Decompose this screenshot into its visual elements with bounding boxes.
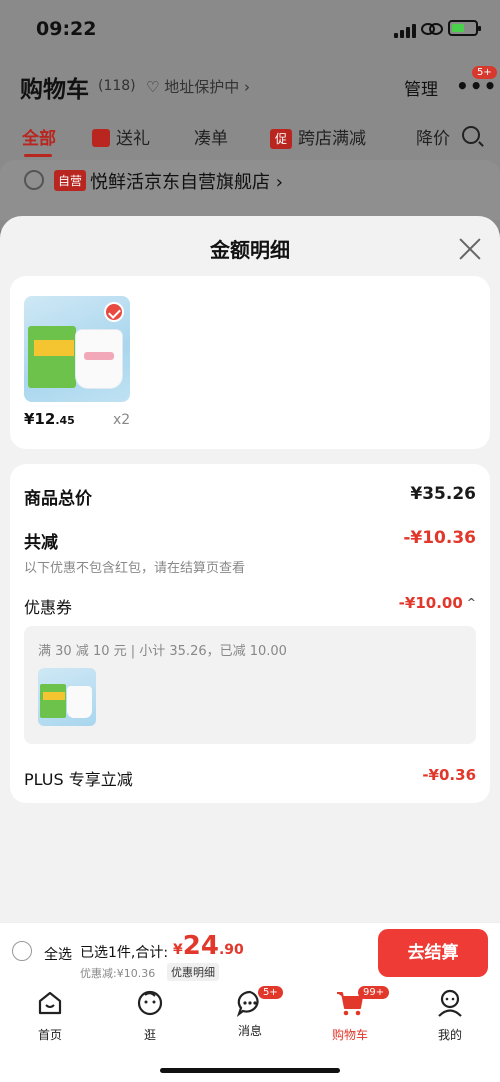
cart-page-background: 09:22 购物车 (118) ♡ 地址保护中 › 管理 ••• 5+ 全部 送…	[0, 0, 500, 230]
status-time: 09:22	[36, 18, 97, 40]
plus-discount-value: -¥0.36	[422, 766, 476, 784]
store-name[interactable]: 悦鲜活京东自营旗舰店 ›	[90, 168, 283, 194]
tabbar-profile[interactable]: 我的	[410, 988, 490, 1043]
reduce-label: 共减	[24, 533, 58, 553]
coupon-detail-box: 满 30 减 10 元 | 小计 35.26，已减 10.00	[24, 626, 476, 744]
store-row: 自营 悦鲜活京东自营旗舰店 ›	[0, 160, 500, 220]
signal-icon	[394, 24, 416, 38]
chevron-up-icon: ^	[466, 596, 476, 609]
select-all-label[interactable]: 全选	[44, 944, 72, 964]
coupon-toggle[interactable]: -¥10.00 ^	[399, 594, 476, 612]
discount-hint: 以下优惠不包含红包，请在结算页查看	[24, 561, 246, 576]
page-title: 购物车	[20, 77, 89, 103]
checked-icon	[104, 302, 124, 322]
cart-badge: 99+	[358, 986, 390, 999]
amount-detail-sheet: 金额明细 ¥12.45 x2 商品总价 ¥35.26 共减 -¥10.36 以下…	[0, 216, 500, 922]
discount-detail-link[interactable]: 优惠明细	[167, 963, 219, 981]
selected-summary: 已选1件,合计:	[80, 945, 169, 961]
tabbar-cart[interactable]: 99+ 购物车	[310, 986, 390, 1043]
coupon-description: 满 30 减 10 元 | 小计 35.26，已减 10.00	[38, 644, 287, 659]
total-amount: ¥24.90	[173, 931, 244, 961]
address-label: 地址保护中 ›	[164, 78, 250, 96]
home-indicator	[160, 1068, 340, 1073]
tab-all[interactable]: 全部	[22, 124, 56, 149]
tab-cross-store[interactable]: 促跨店满减	[270, 124, 366, 149]
tabbar-messages[interactable]: 5+ 消息	[210, 986, 290, 1039]
tab-underline	[24, 154, 52, 157]
sheet-title: 金额明细	[210, 238, 290, 262]
filter-tabs: 全部 送礼 凑单 促跨店满减 降价	[0, 124, 500, 149]
select-all-checkbox[interactable]	[12, 941, 32, 961]
coupon-product-thumbnail	[38, 668, 96, 726]
coupon-value: -¥10.00	[398, 594, 463, 612]
status-bar: 09:22	[0, 0, 500, 56]
self-operated-badge: 自营	[54, 170, 87, 191]
goods-total-value: ¥35.26	[410, 484, 476, 504]
item-price: ¥12.45	[24, 410, 75, 428]
explore-icon	[137, 990, 163, 1016]
profile-icon	[438, 989, 462, 1017]
store-checkbox[interactable]	[24, 170, 44, 190]
tabbar-explore[interactable]: 逛	[110, 988, 190, 1043]
promo-icon: 促	[270, 129, 292, 149]
tab-gift[interactable]: 送礼	[92, 124, 150, 149]
item-card: ¥12.45 x2	[10, 276, 490, 449]
discount-amount: 优惠减:¥10.36	[80, 967, 156, 980]
checkout-button[interactable]: 去结算	[378, 929, 488, 977]
product-thumbnail[interactable]	[24, 296, 130, 402]
checkout-bar: 全选 已选1件,合计: ¥24.90 优惠减:¥10.36 优惠明细 去结算	[0, 922, 500, 982]
shield-icon: ♡	[146, 78, 165, 96]
item-quantity: x2	[113, 412, 131, 428]
goods-total-label: 商品总价	[24, 489, 92, 509]
price-breakdown-card: 商品总价 ¥35.26 共减 -¥10.36 以下优惠不包含红包，请在结算页查看…	[10, 464, 490, 803]
cart-count: (118)	[98, 78, 136, 94]
search-icon[interactable]	[462, 126, 480, 144]
messages-badge: 5+	[258, 986, 283, 999]
link-icon	[421, 23, 443, 35]
tabbar-home[interactable]: 首页	[10, 988, 90, 1043]
gift-icon	[92, 129, 110, 147]
plus-discount-label: PLUS 专享立减	[24, 770, 133, 789]
address-protection[interactable]: ♡ 地址保护中 ›	[146, 76, 250, 97]
manage-button[interactable]: 管理	[404, 75, 438, 100]
more-badge: 5+	[472, 66, 497, 79]
tab-bundle[interactable]: 凑单	[194, 124, 228, 149]
coupon-label: 优惠券	[24, 598, 73, 617]
battery-icon	[448, 20, 481, 36]
tab-price-drop[interactable]: 降价	[416, 124, 452, 149]
bottom-tab-bar: 首页 逛 5+ 消息 99+ 购物车 我的	[0, 982, 500, 1082]
reduce-value: -¥10.36	[403, 528, 476, 548]
home-icon	[38, 991, 62, 1015]
close-icon[interactable]	[458, 236, 482, 260]
